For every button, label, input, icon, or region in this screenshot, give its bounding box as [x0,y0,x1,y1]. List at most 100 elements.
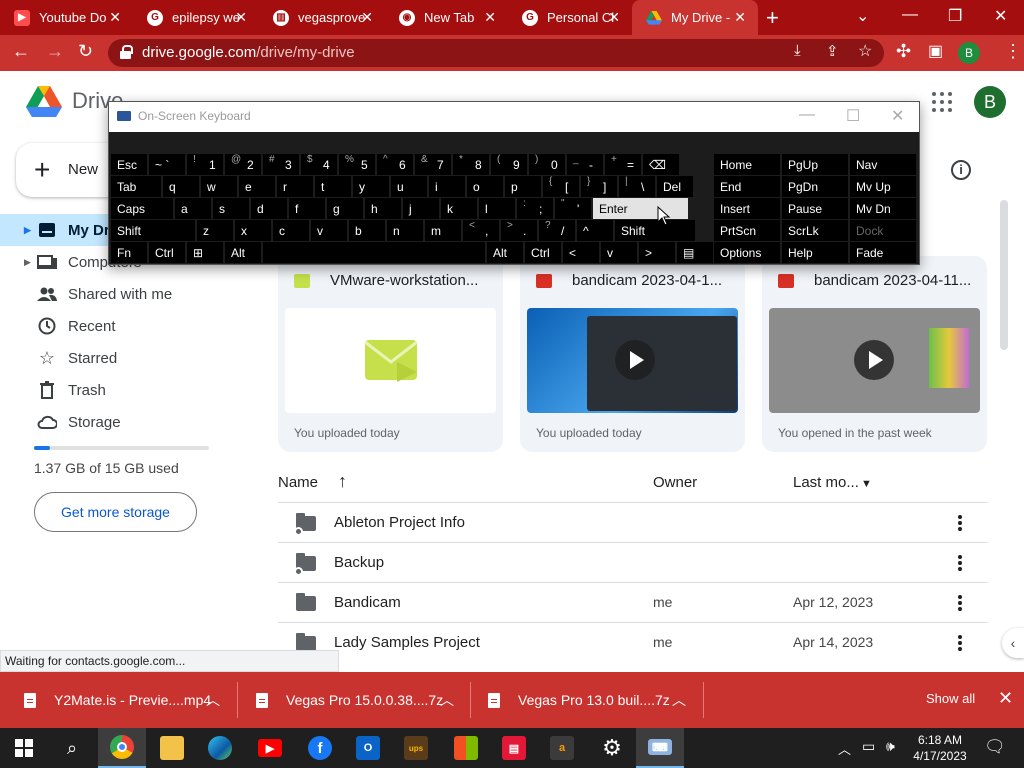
share-icon[interactable]: ⇪ [826,42,839,60]
key-symbol[interactable]: ~ ` [149,154,185,175]
key-symbol[interactable]: /? [539,220,575,241]
key-j[interactable]: j [403,198,439,219]
key-del[interactable]: Del [657,176,693,197]
key-symbol[interactable]: ⌫ [643,154,679,175]
suggested-card[interactable]: bandicam 2023-04-1... You uploaded today [520,256,745,452]
key-w[interactable]: w [201,176,237,197]
key-pause[interactable]: Pause [782,198,848,219]
key-symbol[interactable]: - _ [567,154,603,175]
key-symbol[interactable]: ]} [581,176,617,197]
sidebar-item-trash[interactable]: Trash [0,374,230,406]
taskbar-file-explorer[interactable] [148,728,196,768]
tab-my-drive[interactable]: My Drive - ✕ [632,0,758,35]
key-enter[interactable]: Enter [593,198,688,219]
sidebar-item-starred[interactable]: ☆ Starred [0,342,230,374]
key-r[interactable]: r [277,176,313,197]
show-all-button[interactable]: Show all [926,691,975,706]
key-symbol[interactable]: ;: [517,198,553,219]
play-icon[interactable] [854,340,894,380]
close-icon[interactable]: ✕ [484,9,496,26]
key-n[interactable]: n [387,220,423,241]
key-e[interactable]: e [239,176,275,197]
tab-new-tab[interactable]: ◉ New Tab ✕ [385,0,508,35]
forward-arrow-icon[interactable]: → [46,41,64,62]
scrollbar[interactable] [1000,200,1008,350]
close-icon[interactable]: ✕ [608,9,620,26]
key-1[interactable]: 1! [187,154,223,175]
key-help[interactable]: Help [782,242,848,263]
key-options[interactable]: Options [714,242,780,263]
key-shift[interactable]: Shift [111,220,195,241]
volume-icon[interactable]: 🕪 [886,738,895,755]
play-icon[interactable] [615,340,655,380]
key-tab[interactable]: Tab [111,176,161,197]
key-4[interactable]: 4 $ [301,154,337,175]
key-m[interactable]: m [425,220,461,241]
sidebar-item-storage[interactable]: Storage [0,406,230,438]
taskbar-bank[interactable]: ▤ [490,728,538,768]
taskbar-amazon[interactable]: a [538,728,586,768]
key-v[interactable]: v [601,242,637,263]
get-more-storage-button[interactable]: Get more storage [34,492,197,532]
table-row[interactable]: Bandicam me Apr 12, 2023 [278,582,988,622]
key-symbol[interactable]: < [563,242,599,263]
back-arrow-icon[interactable]: ← [12,41,30,62]
key-caps[interactable]: Caps [111,198,173,219]
key-q[interactable]: q [163,176,199,197]
key-v[interactable]: v [311,220,347,241]
taskbar-search-button[interactable]: ⌕ [48,728,96,768]
key-symbol[interactable]: ^ [577,220,613,241]
key-symbol[interactable]: . > [501,220,537,241]
new-tab-button[interactable]: + [766,5,779,31]
key-symbol[interactable]: \ | [619,176,655,197]
info-icon[interactable]: i [951,160,971,180]
osk-close-button[interactable]: ✕ [891,106,904,126]
download-item[interactable]: Vegas Pro 15.0.0.38....7z ︿ [256,672,470,728]
download-item[interactable]: Y2Mate.is - Previe....mp4 ︿ [24,672,236,728]
table-row[interactable]: Ableton Project Info [278,502,988,542]
key-symbol[interactable]: ▤ [677,242,713,263]
start-button[interactable] [0,728,48,768]
tab-vegasprove[interactable]: ▥ vegasprove ✕ [259,0,385,35]
key-o[interactable]: o [467,176,503,197]
key-scrlk[interactable]: ScrLk [782,220,848,241]
osk-maximize-button[interactable]: ☐ [846,106,860,126]
key-t[interactable]: t [315,176,351,197]
key-6[interactable]: 6 ^ [377,154,413,175]
minimize-button[interactable]: — [902,6,918,24]
key-9[interactable]: 9( [491,154,527,175]
key-ctrl[interactable]: Ctrl [525,242,561,263]
more-actions-icon[interactable] [958,635,962,651]
taskbar-youtube[interactable]: ▶ [246,728,294,768]
table-row[interactable]: Backup [278,542,988,582]
sort-arrow-up-icon[interactable]: ↑ [338,471,347,492]
key-mv-up[interactable]: Mv Up [850,176,916,197]
notifications-icon[interactable]: 🗨 [984,737,1006,757]
close-icon[interactable]: ✕ [361,9,373,26]
key-y[interactable]: y [353,176,389,197]
key-0[interactable]: 0) [529,154,565,175]
key-fade[interactable]: Fade [850,242,916,263]
column-header-name[interactable]: Name [278,474,318,491]
key-nav[interactable]: Nav [850,154,916,175]
tray-chevron-up-icon[interactable]: ︿ [838,739,851,758]
key-z[interactable]: z [197,220,233,241]
key-alt[interactable]: Alt [487,242,523,263]
bookmark-star-icon[interactable]: ☆ [858,41,872,61]
key-dock[interactable]: Dock [850,220,916,241]
caret-right-icon[interactable]: ▶ [24,225,36,236]
more-actions-icon[interactable] [958,515,962,531]
more-actions-icon[interactable] [958,595,962,611]
side-panel-icon[interactable]: ▣ [928,41,943,61]
key-h[interactable]: h [365,198,401,219]
key-insert[interactable]: Insert [714,198,780,219]
key-8[interactable]: 8 * [453,154,489,175]
key-home[interactable]: Home [714,154,780,175]
key-i[interactable]: i [429,176,465,197]
more-actions-icon[interactable] [958,555,962,571]
key-esc[interactable]: Esc [111,154,147,175]
key-fn[interactable]: Fn [111,242,147,263]
close-icon[interactable]: ✕ [998,688,1013,709]
taskbar-chrome[interactable] [98,728,146,768]
key-symbol[interactable]: > [639,242,675,263]
